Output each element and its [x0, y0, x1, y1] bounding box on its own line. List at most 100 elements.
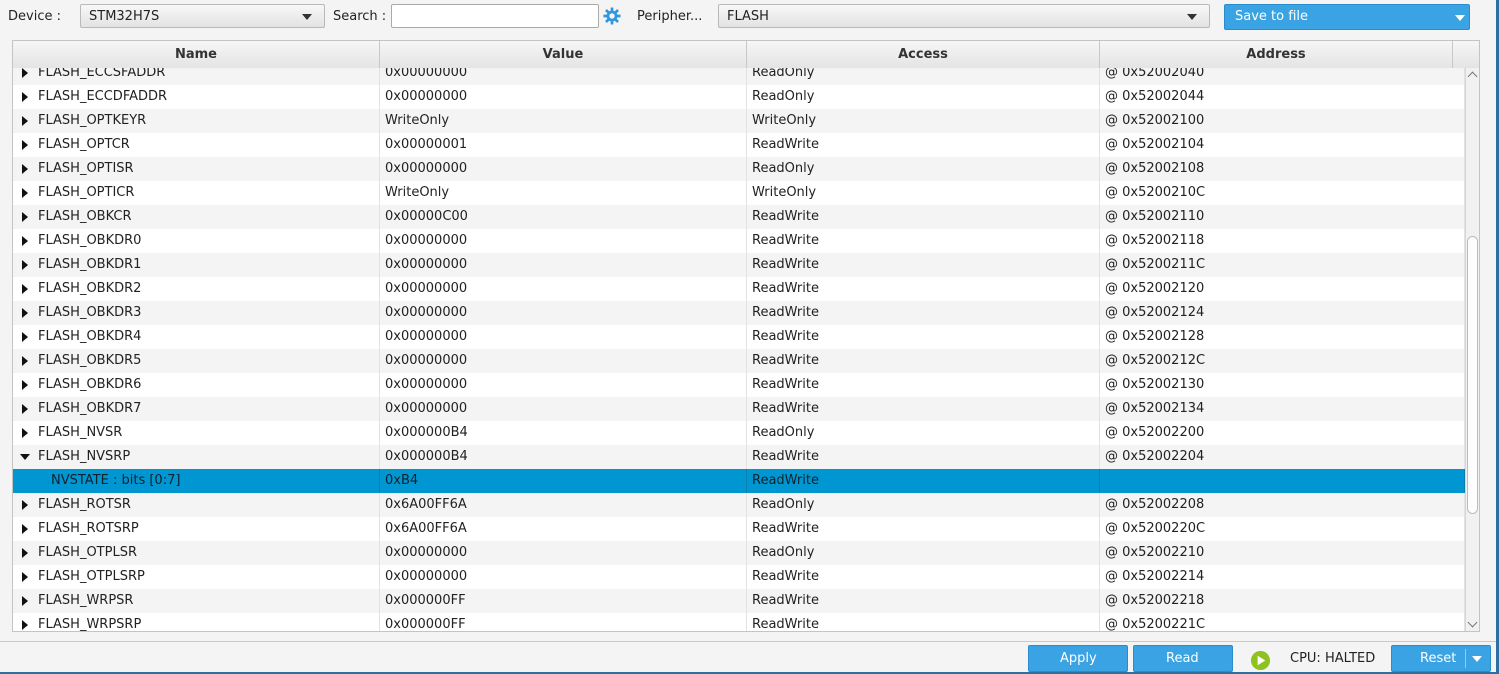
triangle-right-icon[interactable] [22, 404, 28, 414]
register-name: FLASH_OPTKEYR [38, 113, 147, 128]
cell-access: ReadWrite [747, 349, 1100, 373]
table-row[interactable]: FLASH_OBKDR2 0x00000000 ReadWrite @ 0x52002… [13, 277, 1465, 301]
vertical-scrollbar[interactable] [1465, 68, 1479, 631]
chevron-down-icon[interactable] [1455, 15, 1465, 21]
table-row[interactable]: FLASH_ECCSFADDR 0x00000000 ReadOnly @ 0x520… [13, 68, 1465, 85]
triangle-right-icon[interactable] [22, 332, 28, 342]
table-row[interactable]: FLASH_OTPLSR 0x00000000 ReadOnly @ 0x520022… [13, 541, 1465, 565]
triangle-right-icon[interactable] [22, 308, 28, 318]
triangle-right-icon[interactable] [22, 524, 28, 534]
reset-button[interactable]: Reset [1391, 645, 1491, 672]
table-row[interactable]: FLASH_NVSR 0x000000B4 ReadOnly @ 0x52002200 [13, 421, 1465, 445]
table-row[interactable]: FLASH_NVSRP 0x000000B4 ReadWrite @ 0x520022… [13, 445, 1465, 469]
column-header-address[interactable]: Address [1100, 41, 1453, 68]
table-row[interactable]: FLASH_OBKDR3 0x00000000 ReadWrite @ 0x52002… [13, 301, 1465, 325]
table-row[interactable]: FLASH_OBKDR4 0x00000000 ReadWrite @ 0x52002… [13, 325, 1465, 349]
table-row[interactable]: FLASH_OBKDR6 0x00000000 ReadWrite @ 0x52002… [13, 373, 1465, 397]
triangle-right-icon[interactable] [22, 116, 28, 126]
cell-value: WriteOnly [380, 109, 747, 133]
table-row[interactable]: FLASH_OBKDR1 0x00000000 ReadWrite @ 0x52002… [13, 253, 1465, 277]
scrollbar-thumb[interactable] [1467, 236, 1478, 514]
register-name: FLASH_WRPSRP [38, 617, 142, 632]
cell-access: ReadOnly [747, 68, 1100, 85]
triangle-right-icon[interactable] [22, 212, 28, 222]
triangle-down-icon[interactable] [20, 454, 30, 460]
toolbar: Device : STM32H7S Search : Peripher... F… [0, 0, 1499, 36]
register-name: FLASH_NVSRP [38, 449, 131, 464]
device-select[interactable]: STM32H7S [80, 4, 325, 28]
column-header-access[interactable]: Access [747, 41, 1100, 68]
cell-value: 0x00000000 [380, 541, 747, 565]
cell-name: FLASH_OBKDR4 [13, 325, 380, 349]
table-row[interactable]: FLASH_OTPLSRP 0x00000000 ReadWrite @ 0x5200… [13, 565, 1465, 589]
table-row[interactable]: NVSTATE : bits [0:7] 0xB4 ReadWrite [13, 469, 1465, 493]
table-row[interactable]: FLASH_OPTKEYR WriteOnly WriteOnly @ 0x52002… [13, 109, 1465, 133]
column-header-name[interactable]: Name [13, 41, 380, 68]
cell-access: ReadWrite [747, 373, 1100, 397]
table-row[interactable]: FLASH_ROTSR 0x6A00FF6A ReadOnly @ 0x5200220… [13, 493, 1465, 517]
cell-access: WriteOnly [747, 181, 1100, 205]
reset-label: Reset [1420, 651, 1457, 666]
search-input[interactable] [391, 4, 599, 28]
register-name: FLASH_ROTSR [38, 497, 131, 512]
scroll-up-icon[interactable] [1467, 71, 1478, 82]
triangle-right-icon[interactable] [22, 164, 28, 174]
search-label: Search : [333, 9, 387, 24]
triangle-right-icon[interactable] [22, 68, 28, 78]
table-row[interactable]: FLASH_WRPSRP 0x000000FF ReadWrite @ 0x52002… [13, 613, 1465, 632]
table-row[interactable]: FLASH_OBKDR0 0x00000000 ReadWrite @ 0x52002… [13, 229, 1465, 253]
triangle-right-icon[interactable] [22, 356, 28, 366]
table-row[interactable]: FLASH_ROTSRP 0x6A00FF6A ReadWrite @ 0x52002… [13, 517, 1465, 541]
cell-name: FLASH_ECCDFADDR [13, 85, 380, 109]
cell-access: ReadWrite [747, 277, 1100, 301]
triangle-right-icon[interactable] [22, 140, 28, 150]
triangle-right-icon[interactable] [22, 284, 28, 294]
triangle-right-icon[interactable] [22, 92, 28, 102]
triangle-right-icon[interactable] [22, 548, 28, 558]
table-row[interactable]: FLASH_OBKDR5 0x00000000 ReadWrite @ 0x52002… [13, 349, 1465, 373]
triangle-right-icon[interactable] [22, 572, 28, 582]
register-name: FLASH_OBKDR1 [38, 257, 142, 272]
table-row[interactable]: FLASH_OBKCR 0x00000C00 ReadWrite @ 0x520021… [13, 205, 1465, 229]
cell-name: FLASH_OBKCR [13, 205, 380, 229]
play-circle-icon [1250, 650, 1271, 671]
cell-address: @ 0x52002208 [1100, 493, 1465, 517]
cell-value: 0x00000000 [380, 565, 747, 589]
triangle-right-icon[interactable] [22, 380, 28, 390]
cell-address: @ 0x52002130 [1100, 373, 1465, 397]
cell-name: FLASH_OTPLSR [13, 541, 380, 565]
cell-address: @ 0x52002134 [1100, 397, 1465, 421]
save-to-file-button[interactable]: Save to file [1224, 4, 1470, 30]
apply-button[interactable]: Apply [1028, 645, 1128, 672]
table-row[interactable]: FLASH_OPTISR 0x00000000 ReadOnly @ 0x520021… [13, 157, 1465, 181]
triangle-right-icon[interactable] [22, 188, 28, 198]
scroll-down-icon[interactable] [1467, 617, 1478, 628]
peripheral-select[interactable]: FLASH [718, 4, 1210, 28]
triangle-right-icon[interactable] [22, 260, 28, 270]
triangle-right-icon[interactable] [22, 236, 28, 246]
cell-address: @ 0x52002110 [1100, 205, 1465, 229]
register-name: FLASH_OPTICR [38, 185, 135, 200]
cell-access: ReadWrite [747, 325, 1100, 349]
cell-name: FLASH_OBKDR1 [13, 253, 380, 277]
cell-value: 0x00000C00 [380, 205, 747, 229]
register-name: FLASH_ECCDFADDR [38, 89, 168, 104]
table-row[interactable]: FLASH_ECCDFADDR 0x00000000 ReadOnly @ 0x520… [13, 85, 1465, 109]
register-name: FLASH_OBKCR [38, 209, 132, 224]
column-header-value[interactable]: Value [380, 41, 747, 68]
triangle-right-icon[interactable] [22, 500, 28, 510]
table-row[interactable]: FLASH_OPTCR 0x00000001 ReadWrite @ 0x520021… [13, 133, 1465, 157]
cell-access: ReadWrite [747, 301, 1100, 325]
triangle-right-icon[interactable] [22, 428, 28, 438]
cell-access: ReadWrite [747, 589, 1100, 613]
chevron-down-icon[interactable] [1472, 656, 1482, 662]
chevron-down-icon [302, 14, 312, 20]
table-row[interactable]: FLASH_WRPSR 0x000000FF ReadWrite @ 0x520022… [13, 589, 1465, 613]
cell-value: 0x000000FF [380, 589, 747, 613]
table-row[interactable]: FLASH_OBKDR7 0x00000000 ReadWrite @ 0x52002… [13, 397, 1465, 421]
read-button[interactable]: Read [1133, 645, 1233, 672]
gear-icon[interactable] [603, 7, 621, 25]
triangle-right-icon[interactable] [22, 596, 28, 606]
triangle-right-icon[interactable] [22, 620, 28, 630]
table-row[interactable]: FLASH_OPTICR WriteOnly WriteOnly @ 0x520021… [13, 181, 1465, 205]
